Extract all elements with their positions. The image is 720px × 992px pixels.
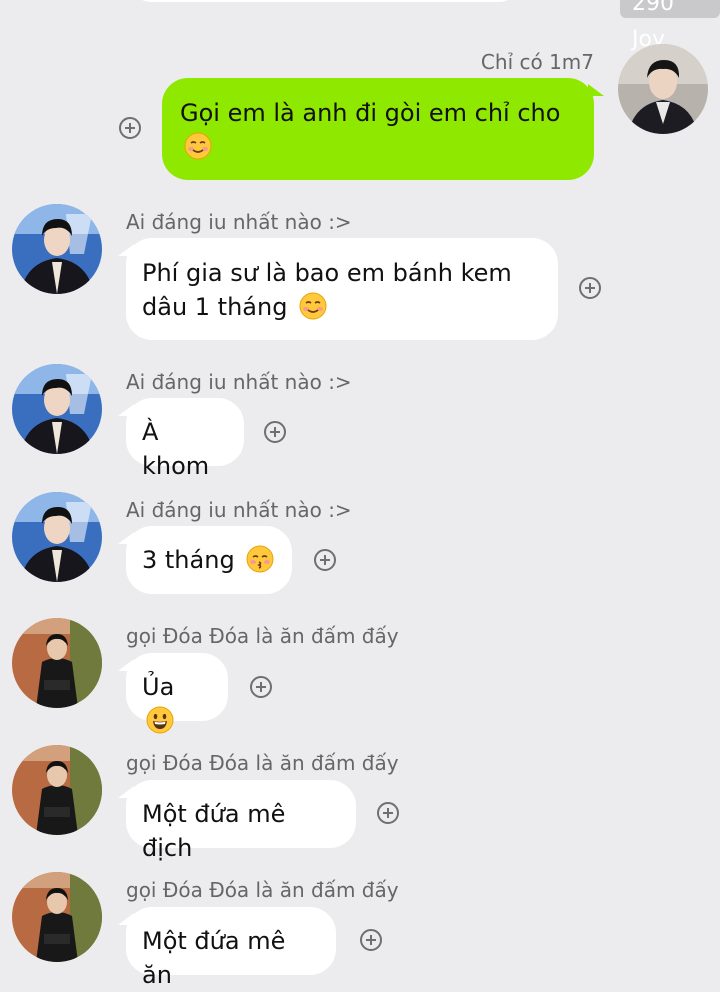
bubble-tail — [118, 532, 134, 544]
avatar[interactable] — [12, 492, 102, 582]
sender-name: Ai đáng iu nhất nào :> — [126, 370, 352, 394]
sender-name: Chỉ có 1m7 — [480, 50, 594, 74]
avatar[interactable] — [618, 44, 708, 134]
avatar[interactable] — [12, 618, 102, 708]
message-bubble[interactable]: Phí gia sư là bao em bánh kem dâu 1 thán… — [118, 238, 558, 340]
message-text: Một đứa mê địch — [142, 800, 286, 862]
message-text: 3 tháng — [142, 546, 235, 574]
message-text: À khom — [142, 418, 210, 480]
message-bubble[interactable]: Một đứa mê ăn — [118, 907, 336, 989]
add-reaction-icon[interactable] — [360, 929, 382, 951]
avatar[interactable] — [12, 364, 102, 454]
message-bubble[interactable]: 3 tháng — [118, 526, 292, 594]
smiling-blush-emoji-icon — [299, 292, 327, 320]
smiling-blush-emoji-icon — [184, 132, 212, 160]
message-text: Ủa — [142, 673, 175, 701]
add-reaction-icon[interactable] — [314, 549, 336, 571]
sender-name: gọi Đóa Đóa là ăn đấm đấy — [126, 624, 399, 648]
add-reaction-icon[interactable] — [250, 676, 272, 698]
sender-name: gọi Đóa Đóa là ăn đấm đấy — [126, 878, 399, 902]
add-reaction-icon[interactable] — [377, 802, 399, 824]
sender-name: Ai đáng iu nhất nào :> — [126, 498, 352, 522]
message-bubble[interactable]: Ủa — [118, 653, 228, 734]
bubble-tail — [588, 84, 604, 96]
bubble-tail — [118, 244, 134, 256]
bubble-tail — [118, 404, 134, 416]
bubble-tail — [118, 913, 134, 925]
sender-name: Ai đáng iu nhất nào :> — [126, 210, 352, 234]
chat-thread: 290 Joy Chỉ có 1m7 Gọi em là anh đi gòi … — [0, 0, 720, 989]
add-reaction-icon[interactable] — [119, 117, 141, 139]
grinning-emoji-icon — [146, 706, 174, 734]
bubble-tail — [118, 786, 134, 798]
add-reaction-icon[interactable] — [264, 421, 286, 443]
avatar[interactable] — [12, 745, 102, 835]
message-bubble[interactable]: Gọi em là anh đi gòi em chỉ cho — [162, 78, 604, 180]
previous-message-bubble[interactable] — [130, 0, 520, 2]
message-bubble[interactable]: Một đứa mê địch — [118, 780, 356, 862]
message-text: Gọi em là anh đi gòi em chỉ cho — [180, 99, 561, 127]
bubble-tail — [118, 659, 134, 671]
sender-name: gọi Đóa Đóa là ăn đấm đấy — [126, 751, 399, 775]
avatar[interactable] — [12, 872, 102, 962]
message-bubble[interactable]: À khom — [118, 398, 244, 480]
avatar[interactable] — [12, 204, 102, 294]
add-reaction-icon[interactable] — [579, 277, 601, 299]
joy-badge: 290 Joy — [620, 0, 720, 52]
kissing-emoji-icon — [246, 545, 274, 573]
